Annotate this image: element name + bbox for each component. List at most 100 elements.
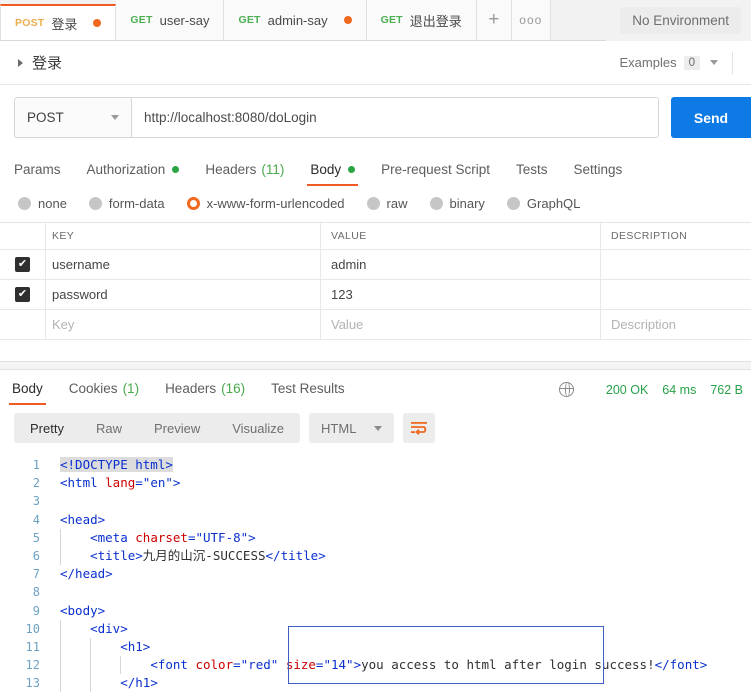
environment-selector[interactable]: No Environment xyxy=(606,0,751,41)
tab-pre-request-script[interactable]: Pre-request Script xyxy=(381,162,490,186)
send-button[interactable]: Send xyxy=(671,97,751,138)
tab-options-button[interactable]: ooo xyxy=(511,0,550,40)
response-tab-test-results[interactable]: Test Results xyxy=(271,381,345,405)
examples-count-badge: 0 xyxy=(683,55,700,70)
code-line-source: <div> xyxy=(52,619,751,638)
chevron-down-icon xyxy=(111,115,119,120)
response-view-mode-group: Pretty Raw Preview Visualize xyxy=(14,413,301,443)
code-line-source: <!DOCTYPE html> xyxy=(60,457,173,472)
radio-icon xyxy=(366,197,380,210)
tab-authorization[interactable]: Authorization xyxy=(87,162,180,186)
tab-method-label: GET xyxy=(238,14,261,26)
http-method-value: POST xyxy=(27,110,64,125)
row-checkbox[interactable]: ✔ xyxy=(0,287,45,302)
code-line: 1 <!DOCTYPE html> xyxy=(0,456,751,474)
response-tab-cookies[interactable]: Cookies (1) xyxy=(69,381,139,405)
indent-guide xyxy=(60,528,61,547)
param-key-placeholder[interactable]: Key xyxy=(52,317,74,332)
line-number: 12 xyxy=(25,658,40,673)
view-raw-button[interactable]: Raw xyxy=(80,413,138,443)
table-row[interactable]: ✔ password 123 xyxy=(0,280,751,310)
view-preview-button[interactable]: Preview xyxy=(138,413,216,443)
examples-control[interactable]: Examples 0 xyxy=(620,55,718,70)
tab-count: (16) xyxy=(221,381,246,396)
code-line-source xyxy=(52,583,751,601)
chevron-right-icon[interactable] xyxy=(18,58,23,67)
body-params-table: KEY VALUE DESCRIPTION ✔ username admin ✔… xyxy=(0,222,751,340)
chevron-down-icon xyxy=(710,60,718,65)
param-key[interactable]: username xyxy=(52,257,110,272)
code-line-source: </h1> xyxy=(52,674,751,693)
response-pane-divider[interactable] xyxy=(0,361,751,370)
response-format-select[interactable]: HTML xyxy=(309,413,395,443)
line-number: 10 xyxy=(25,621,40,636)
body-type-raw[interactable]: raw xyxy=(366,196,408,211)
code-line: 13 </h1> xyxy=(0,674,751,693)
indent-guide xyxy=(90,637,91,657)
new-tab-button[interactable]: + xyxy=(476,0,512,40)
tab-label: Test Results xyxy=(271,381,345,396)
body-type-form-data[interactable]: form-data xyxy=(88,196,165,211)
line-number: 6 xyxy=(32,548,40,563)
line-number: 1 xyxy=(32,458,40,472)
unsaved-indicator-dot xyxy=(343,16,352,24)
code-line-source: <head> xyxy=(60,511,106,527)
request-tab-1[interactable]: GET user-say xyxy=(116,0,225,40)
param-value[interactable]: 123 xyxy=(331,287,353,302)
tab-name-label: user-say xyxy=(159,12,210,28)
tab-label: Tests xyxy=(515,162,548,177)
page-title: 登录 xyxy=(32,55,63,72)
code-line-source: <meta charset="UTF-8"> xyxy=(52,528,751,547)
http-method-select[interactable]: POST xyxy=(14,97,131,138)
format-value: HTML xyxy=(321,420,357,436)
body-type-graphql[interactable]: GraphQL xyxy=(506,196,581,211)
body-type-label: binary xyxy=(449,196,485,211)
param-value-placeholder[interactable]: Value xyxy=(331,317,363,332)
request-tab-3[interactable]: GET 退出登录 xyxy=(366,0,477,40)
postman-window: POST 登录 GET user-say GET admin-say GET 退… xyxy=(0,0,751,698)
globe-icon xyxy=(558,381,574,397)
word-wrap-button[interactable] xyxy=(403,413,436,443)
status-dot xyxy=(348,166,356,173)
response-view-toolbar: Pretty Raw Preview Visualize HTML xyxy=(0,405,751,452)
response-section-tabs: Body Cookies (1) Headers (16) Test Resul… xyxy=(0,370,751,405)
tab-params[interactable]: Params xyxy=(14,162,61,186)
body-type-label: x-www-form-urlencoded xyxy=(206,196,345,211)
indent-guide xyxy=(60,619,61,638)
url-text: http://localhost:8080/doLogin xyxy=(144,110,317,125)
indent-guide xyxy=(60,546,61,566)
body-type-x-www-form-urlencoded[interactable]: x-www-form-urlencoded xyxy=(186,196,345,211)
radio-icon xyxy=(429,197,443,210)
tab-name-label: 登录 xyxy=(51,16,78,32)
table-row-empty[interactable]: Key Value Description xyxy=(0,310,751,340)
response-tab-body[interactable]: Body xyxy=(9,381,46,405)
tab-headers[interactable]: Headers (11) xyxy=(205,162,284,186)
url-input[interactable]: http://localhost:8080/doLogin xyxy=(131,97,659,138)
request-tab-0[interactable]: POST 登录 xyxy=(0,4,117,40)
body-type-binary[interactable]: binary xyxy=(429,196,485,211)
request-tab-2[interactable]: GET admin-say xyxy=(224,0,367,40)
response-code-viewer[interactable]: 1 <!DOCTYPE html> 2 <html lang="en"> 3 4 <head… xyxy=(0,452,751,693)
param-value[interactable]: admin xyxy=(331,257,366,272)
tab-label: Authorization xyxy=(86,162,166,177)
tab-label: Params xyxy=(14,162,61,177)
body-type-none[interactable]: none xyxy=(18,196,67,211)
body-type-radio-group: none form-data x-www-form-urlencoded raw… xyxy=(0,186,751,222)
param-key[interactable]: password xyxy=(52,287,108,302)
body-type-label: GraphQL xyxy=(526,196,581,211)
view-visualize-button[interactable]: Visualize xyxy=(216,413,300,443)
tab-name-label: 退出登录 xyxy=(409,13,462,29)
tab-body[interactable]: Body xyxy=(307,162,358,186)
param-description-placeholder[interactable]: Description xyxy=(611,317,676,332)
table-header-row: KEY VALUE DESCRIPTION xyxy=(0,223,751,250)
unsaved-indicator-dot xyxy=(93,19,102,27)
radio-icon-selected xyxy=(186,197,200,210)
request-section-tabs: Params Authorization Headers (11) Body P… xyxy=(0,150,751,186)
row-checkbox[interactable]: ✔ xyxy=(0,257,45,272)
table-row[interactable]: ✔ username admin xyxy=(0,250,751,280)
response-tab-headers[interactable]: Headers (16) xyxy=(165,381,245,405)
tab-tests[interactable]: Tests xyxy=(516,162,548,186)
environment-label: No Environment xyxy=(620,7,741,34)
view-pretty-button[interactable]: Pretty xyxy=(14,413,80,443)
tab-settings[interactable]: Settings xyxy=(573,162,622,186)
